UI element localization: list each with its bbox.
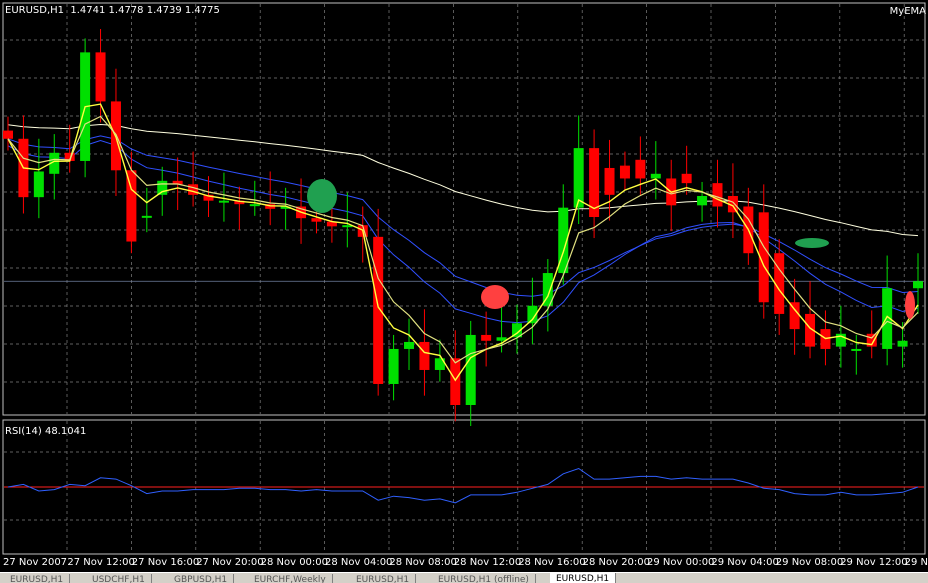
- sell-signal-marker: [905, 291, 915, 319]
- time-axis-label: 27 Nov 20:00: [196, 557, 264, 568]
- candle-body: [3, 130, 13, 139]
- candle-body: [481, 334, 492, 341]
- candle-body: [789, 302, 800, 330]
- candle-body: [619, 165, 630, 179]
- time-axis-label: 27 Nov 16:00: [131, 557, 200, 568]
- symbol-label: EURUSD,H1 1.4741 1.4778 1.4739 1.4775: [5, 5, 220, 16]
- candle-body: [404, 341, 415, 349]
- time-axis-label: 29 Nov: [904, 557, 928, 568]
- candle-body: [157, 180, 168, 195]
- candle-body: [712, 183, 723, 207]
- candle-body: [33, 171, 44, 198]
- time-axis-label: 27 Nov 12:00: [67, 557, 135, 568]
- candle-body: [913, 281, 923, 289]
- candle-body: [218, 200, 229, 203]
- candle-body: [635, 159, 646, 179]
- ema-fast-line: [7, 103, 919, 382]
- candle-body: [650, 173, 661, 179]
- buy-signal-marker: [307, 179, 337, 213]
- candle-body: [373, 236, 384, 384]
- candle-body: [126, 170, 137, 242]
- time-axis-label: 29 Nov 00:00: [647, 557, 715, 568]
- time-axis-label: 28 Nov 00:00: [260, 557, 329, 568]
- candle-body: [573, 148, 584, 208]
- time-axis-label: 28 Nov 16:00: [518, 557, 586, 568]
- buy-signal-marker: [795, 238, 829, 248]
- candle-body: [851, 348, 862, 351]
- candle-body: [141, 215, 152, 218]
- candle-body: [450, 358, 461, 405]
- time-axis-label: 29 Nov 08:00: [775, 557, 844, 568]
- chart-tab-bar: EURUSD,H1 USDCHF,H1 GBPUSD,H1 EURCHF,Weekly…: [0, 572, 928, 583]
- time-axis-label: 28 Nov 04:00: [325, 557, 393, 568]
- time-axis-label: 28 Nov 12:00: [453, 557, 522, 568]
- time-axis-label: 28 Nov 20:00: [582, 557, 651, 568]
- ema-slow-line: [7, 115, 919, 364]
- candle-body: [897, 340, 908, 347]
- main-pane-border: [2, 2, 926, 416]
- indicator-name-label: MyEMA: [889, 6, 926, 17]
- candle-body: [188, 184, 199, 195]
- candle-body: [311, 218, 322, 222]
- candle-body: [681, 173, 692, 184]
- time-axis-label: 27 Nov 2007: [3, 557, 68, 568]
- sell-signal-marker: [481, 285, 509, 309]
- rsi-line: [7, 467, 919, 504]
- candle-body: [249, 204, 260, 207]
- ema-white-line: [7, 123, 919, 237]
- candle-body: [95, 52, 106, 102]
- price-chart[interactable]: [0, 0, 928, 572]
- candle-body: [604, 167, 615, 195]
- time-axis-label: 29 Nov 12:00: [840, 557, 908, 568]
- time-axis-label: 28 Nov 08:00: [389, 557, 457, 568]
- rsi-label: RSI(14) 48.1041: [5, 426, 87, 437]
- candle-body: [419, 341, 430, 370]
- candle-body: [697, 195, 708, 206]
- candle-body: [388, 348, 399, 384]
- time-axis-label: 29 Nov 04:00: [711, 557, 779, 568]
- candle-body: [465, 334, 476, 405]
- chart-window[interactable]: EURUSD,H1 1.4741 1.4778 1.4739 1.4775 My…: [0, 0, 928, 583]
